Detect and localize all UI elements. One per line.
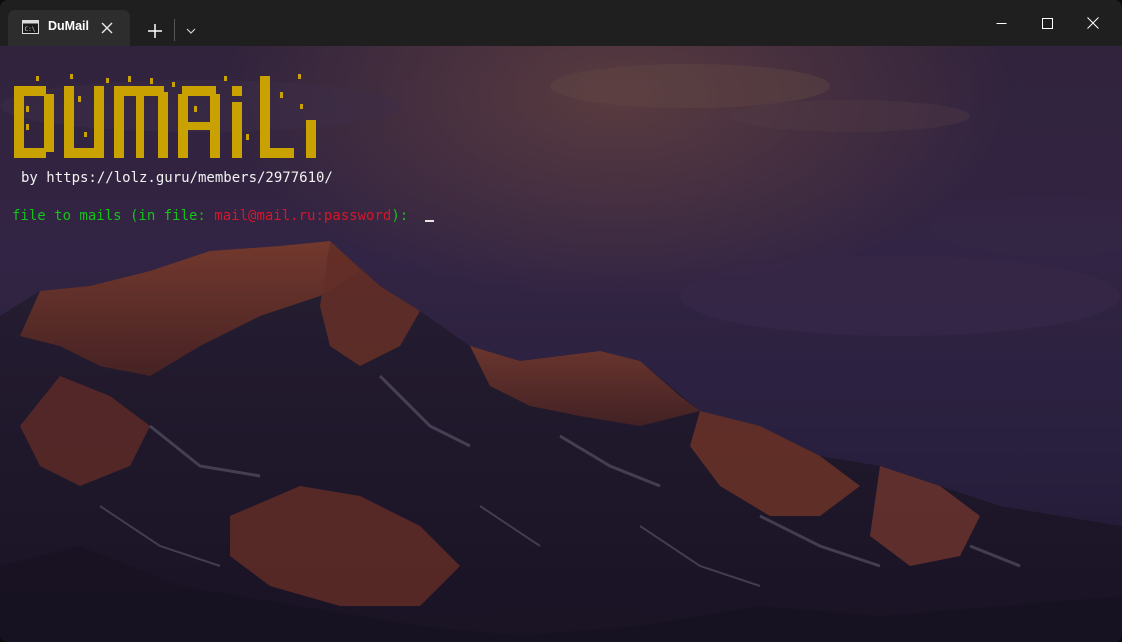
plus-icon bbox=[148, 24, 162, 38]
title-bar: C:\ DuMail bbox=[0, 0, 1122, 46]
minimize-icon bbox=[996, 22, 1006, 24]
input-prompt[interactable]: file to mails (in file: mail@mail.ru:pas… bbox=[12, 208, 434, 224]
maximize-button[interactable] bbox=[1024, 0, 1070, 46]
prompt-suffix: ): bbox=[391, 208, 417, 224]
author-byline: by https://lolz.guru/members/2977610/ bbox=[21, 170, 333, 186]
close-window-button[interactable] bbox=[1070, 0, 1116, 46]
terminal-icon: C:\ bbox=[22, 20, 39, 34]
profiles-dropdown-button[interactable] bbox=[178, 16, 204, 46]
terminal-output[interactable]: by https://lolz.guru/members/2977610/ fi… bbox=[0, 46, 1122, 642]
new-tab-button[interactable] bbox=[140, 16, 170, 46]
tab-dumail[interactable]: C:\ DuMail bbox=[8, 10, 130, 46]
svg-text:C:\: C:\ bbox=[25, 26, 36, 33]
text-cursor bbox=[424, 220, 434, 222]
terminal-window: C:\ DuMail by https://lolz.guru/members/… bbox=[0, 0, 1122, 642]
chevron-down-icon bbox=[186, 28, 196, 34]
prompt-format: mail@mail.ru:password bbox=[214, 208, 392, 224]
close-icon bbox=[1087, 17, 1099, 29]
minimize-button[interactable] bbox=[978, 0, 1024, 46]
maximize-icon bbox=[1041, 17, 1053, 29]
prompt-prefix: file to mails (in file: bbox=[12, 208, 215, 224]
tab-separator bbox=[174, 19, 175, 41]
dumail-ascii-logo bbox=[14, 74, 316, 158]
tab-title: DuMail bbox=[48, 19, 89, 33]
close-icon[interactable] bbox=[100, 21, 114, 35]
